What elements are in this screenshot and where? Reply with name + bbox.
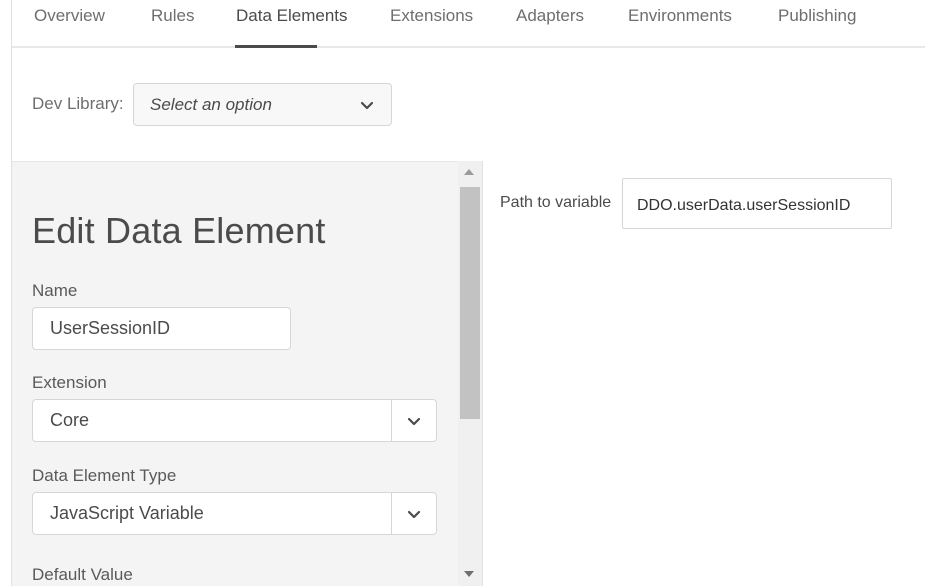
active-tab-indicator: [235, 45, 317, 48]
tab-extensions[interactable]: Extensions: [390, 6, 473, 26]
scrollbar-thumb[interactable]: [460, 187, 480, 419]
dev-library-label: Dev Library:: [32, 94, 124, 113]
chevron-down-icon: [360, 101, 374, 110]
data-element-type-label: Data Element Type: [32, 466, 177, 485]
edit-data-element-panel: Edit Data Element Name UserSessionID Ext…: [12, 161, 458, 586]
default-value-label: Default Value: [32, 565, 133, 584]
data-element-type-select[interactable]: JavaScript Variable: [32, 492, 437, 535]
dev-library-select[interactable]: Select an option: [133, 83, 392, 126]
tab-adapters[interactable]: Adapters: [516, 6, 584, 26]
scrollbar[interactable]: [458, 161, 482, 586]
dev-library-value: Select an option: [150, 95, 272, 114]
scroll-up-arrow-icon[interactable]: [464, 169, 474, 175]
panel-divider: [482, 161, 483, 586]
extension-select[interactable]: Core: [32, 399, 437, 442]
tab-publishing[interactable]: Publishing: [778, 6, 856, 26]
tab-rules[interactable]: Rules: [151, 6, 194, 26]
scroll-down-arrow-icon[interactable]: [464, 571, 474, 577]
chevron-down-icon: [407, 510, 421, 519]
data-element-type-dropdown-button[interactable]: [391, 493, 436, 534]
path-to-variable-field[interactable]: DDO.userData.userSessionID: [622, 178, 892, 229]
name-field[interactable]: UserSessionID: [32, 307, 291, 350]
tab-overview[interactable]: Overview: [34, 6, 105, 26]
name-label: Name: [32, 281, 78, 300]
extension-dropdown-button[interactable]: [391, 400, 436, 441]
tab-data-elements[interactable]: Data Elements: [236, 6, 348, 26]
tab-environments[interactable]: Environments: [628, 6, 732, 26]
chevron-down-icon: [407, 417, 421, 426]
path-to-variable-label: Path to variable: [500, 194, 612, 211]
tab-bar: Overview Rules Data Elements Extensions …: [12, 0, 925, 48]
extension-value: Core: [50, 410, 90, 430]
extension-label: Extension: [32, 373, 107, 392]
page-title: Edit Data Element: [32, 210, 326, 251]
data-element-type-value: JavaScript Variable: [50, 503, 204, 523]
